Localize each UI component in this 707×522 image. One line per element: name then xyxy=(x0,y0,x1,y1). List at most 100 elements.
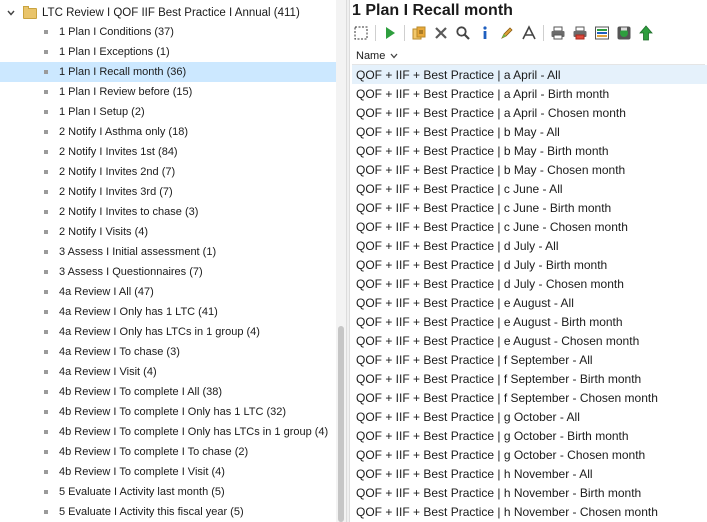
tree-item[interactable]: 5 Evaluate I Activity last month (5) xyxy=(0,482,336,502)
tree-item-label: 2 Notify I Invites to chase (3) xyxy=(59,206,199,218)
list-item-label: QOF + IIF + Best Practice | c June - Cho… xyxy=(356,219,628,234)
list-item[interactable]: QOF + IIF + Best Practice | b May - Chos… xyxy=(352,160,707,179)
select-icon[interactable] xyxy=(350,22,372,44)
list-item[interactable]: QOF + IIF + Best Practice | c June - All xyxy=(352,179,707,198)
list-item-label: QOF + IIF + Best Practice | c June - All xyxy=(356,181,563,196)
tree-item[interactable]: 1 Plan I Conditions (37) xyxy=(0,22,336,42)
list-item[interactable]: QOF + IIF + Best Practice | f September … xyxy=(352,350,707,369)
list-item[interactable]: QOF + IIF + Best Practice | c June - Cho… xyxy=(352,217,707,236)
list-item-label: QOF + IIF + Best Practice | e August - A… xyxy=(356,295,574,310)
bullet-icon xyxy=(44,490,48,494)
bullet-icon xyxy=(44,250,48,254)
info-icon[interactable] xyxy=(474,22,496,44)
tree-item-label: 2 Notify I Invites 2nd (7) xyxy=(59,166,176,178)
list-item-label: QOF + IIF + Best Practice | d July - Cho… xyxy=(356,276,624,291)
content-panel: 1 Plan I Recall month Name QOF + IIF + B… xyxy=(350,0,707,522)
list-item[interactable]: QOF + IIF + Best Practice | f September … xyxy=(352,369,707,388)
list-item[interactable]: QOF + IIF + Best Practice | a April - Ch… xyxy=(352,103,707,122)
tree-item-label: 4b Review I To complete I Visit (4) xyxy=(59,466,225,478)
tree-item[interactable]: 4a Review I Only has 1 LTC (41) xyxy=(0,302,336,322)
tree-item[interactable]: 4b Review I To complete I Only has LTCs … xyxy=(0,422,336,442)
list-item[interactable]: QOF + IIF + Best Practice | g October - … xyxy=(352,407,707,426)
copy-icon[interactable] xyxy=(408,22,430,44)
bullet-icon xyxy=(44,270,48,274)
tree-item[interactable]: 2 Notify I Invites 3rd (7) xyxy=(0,182,336,202)
tree-item[interactable]: 1 Plan I Setup (2) xyxy=(0,102,336,122)
print-icon[interactable] xyxy=(547,22,569,44)
bullet-icon xyxy=(44,210,48,214)
tree-item[interactable]: 1 Plan I Review before (15) xyxy=(0,82,336,102)
list-item[interactable]: QOF + IIF + Best Practice | g October - … xyxy=(352,445,707,464)
tree-item[interactable]: 3 Assess I Questionnaires (7) xyxy=(0,262,336,282)
tree-item[interactable]: 4a Review I Only has LTCs in 1 group (4) xyxy=(0,322,336,342)
list-item-label: QOF + IIF + Best Practice | e August - B… xyxy=(356,314,623,329)
tree-item[interactable]: 2 Notify I Invites 2nd (7) xyxy=(0,162,336,182)
tree-item-label: 2 Notify I Visits (4) xyxy=(59,226,149,238)
tree-item[interactable]: 2 Notify I Asthma only (18) xyxy=(0,122,336,142)
list-item[interactable]: QOF + IIF + Best Practice | h November -… xyxy=(352,502,707,521)
print-red-icon[interactable] xyxy=(569,22,591,44)
list-item[interactable]: QOF + IIF + Best Practice | e August - A… xyxy=(352,293,707,312)
run-icon[interactable] xyxy=(379,22,401,44)
tree-item[interactable]: 4a Review I Visit (4) xyxy=(0,362,336,382)
list-item[interactable]: QOF + IIF + Best Practice | d July - Cho… xyxy=(352,274,707,293)
sort-chevron-icon[interactable] xyxy=(389,51,399,61)
tree-item-label: 2 Notify I Invites 1st (84) xyxy=(59,146,178,158)
upload-icon[interactable] xyxy=(635,22,657,44)
name-column-header[interactable]: Name xyxy=(352,47,705,65)
list-item[interactable]: QOF + IIF + Best Practice | e August - B… xyxy=(352,312,707,331)
search-icon[interactable] xyxy=(452,22,474,44)
list-item[interactable]: QOF + IIF + Best Practice | b May - Birt… xyxy=(352,141,707,160)
list-item[interactable]: QOF + IIF + Best Practice | a April - Al… xyxy=(352,65,707,84)
list-item-label: QOF + IIF + Best Practice | f September … xyxy=(356,352,593,367)
export-icon[interactable] xyxy=(591,22,613,44)
tree-item[interactable]: 5 Evaluate I Activity this fiscal year (… xyxy=(0,502,336,522)
tree-item[interactable]: 2 Notify I Visits (4) xyxy=(0,222,336,242)
delete-icon[interactable] xyxy=(430,22,452,44)
tree-item[interactable]: 4a Review I All (47) xyxy=(0,282,336,302)
bullet-icon xyxy=(44,510,48,514)
folder-icon xyxy=(23,5,37,19)
bullet-icon xyxy=(44,130,48,134)
bullet-icon xyxy=(44,370,48,374)
tree-item-label: 5 Evaluate I Activity this fiscal year (… xyxy=(59,506,244,518)
tree-item-label: 1 Plan I Setup (2) xyxy=(59,106,145,118)
tree-item[interactable]: 4b Review I To complete I All (38) xyxy=(0,382,336,402)
tree-item[interactable]: 4b Review I To complete I To chase (2) xyxy=(0,442,336,462)
bullet-icon xyxy=(44,70,48,74)
tree-item[interactable]: 4b Review I To complete I Visit (4) xyxy=(0,462,336,482)
list-item[interactable]: QOF + IIF + Best Practice | e August - C… xyxy=(352,331,707,350)
tree-item[interactable]: 1 Plan I Exceptions (1) xyxy=(0,42,336,62)
tree-item-label: 4b Review I To complete I To chase (2) xyxy=(59,446,249,458)
tree-item[interactable]: 2 Notify I Invites to chase (3) xyxy=(0,202,336,222)
font-icon[interactable] xyxy=(518,22,540,44)
tree-root-folder[interactable]: LTC Review I QOF IIF Best Practice I Ann… xyxy=(0,3,336,23)
list-item-label: QOF + IIF + Best Practice | h November -… xyxy=(356,504,658,519)
bullet-icon xyxy=(44,150,48,154)
edit-icon[interactable] xyxy=(496,22,518,44)
list-item[interactable]: QOF + IIF + Best Practice | f September … xyxy=(352,388,707,407)
save-icon[interactable] xyxy=(613,22,635,44)
list-item-label: QOF + IIF + Best Practice | f September … xyxy=(356,390,658,405)
list-item[interactable]: QOF + IIF + Best Practice | h November -… xyxy=(352,464,707,483)
chevron-down-icon[interactable] xyxy=(5,7,17,19)
list-item-label: QOF + IIF + Best Practice | a April - Bi… xyxy=(356,86,610,101)
tree-item-label: 5 Evaluate I Activity last month (5) xyxy=(59,486,225,498)
list-item[interactable]: QOF + IIF + Best Practice | c June - Bir… xyxy=(352,198,707,217)
tree-item[interactable]: 1 Plan I Recall month (36) xyxy=(0,62,336,82)
bullet-icon xyxy=(44,230,48,234)
tree-item[interactable]: 4b Review I To complete I Only has 1 LTC… xyxy=(0,402,336,422)
tree-item[interactable]: 2 Notify I Invites 1st (84) xyxy=(0,142,336,162)
list-item-label: QOF + IIF + Best Practice | g October - … xyxy=(356,409,580,424)
list-item[interactable]: QOF + IIF + Best Practice | d July - All xyxy=(352,236,707,255)
list-item[interactable]: QOF + IIF + Best Practice | g October - … xyxy=(352,426,707,445)
tree-item[interactable]: 4a Review I To chase (3) xyxy=(0,342,336,362)
tree-item-label: 4a Review I Only has 1 LTC (41) xyxy=(59,306,218,318)
list-item[interactable]: QOF + IIF + Best Practice | h November -… xyxy=(352,483,707,502)
list-item-label: QOF + IIF + Best Practice | a April - Al… xyxy=(356,67,561,82)
tree-scrollbar-thumb[interactable] xyxy=(338,326,344,522)
tree-item[interactable]: 3 Assess I Initial assessment (1) xyxy=(0,242,336,262)
list-item[interactable]: QOF + IIF + Best Practice | d July - Bir… xyxy=(352,255,707,274)
list-item[interactable]: QOF + IIF + Best Practice | b May - All xyxy=(352,122,707,141)
list-item[interactable]: QOF + IIF + Best Practice | a April - Bi… xyxy=(352,84,707,103)
